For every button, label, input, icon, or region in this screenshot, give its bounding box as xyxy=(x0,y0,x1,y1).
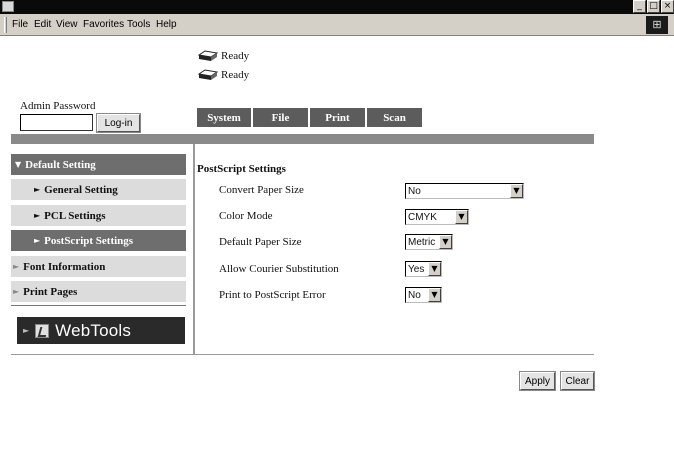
webtools-icon xyxy=(35,323,50,338)
tab-system[interactable]: System xyxy=(197,108,252,127)
sidebar-item-label: General Setting xyxy=(44,183,118,196)
webtools-label: WebTools xyxy=(55,320,132,340)
allow-courier-substitution-select[interactable]: Yes ▼ xyxy=(405,261,442,277)
menu-favorites[interactable]: Favorites xyxy=(83,19,124,30)
select-value: Metric xyxy=(408,236,436,248)
sidebar-item-label: Default Setting xyxy=(25,158,96,171)
login-button[interactable]: Log-in xyxy=(96,113,141,133)
admin-password-label: Admin Password xyxy=(20,100,96,112)
status-row-1: Ready xyxy=(197,48,249,64)
header-divider xyxy=(11,134,594,144)
sidebar-item-print-pages[interactable]: ► Print Pages xyxy=(11,281,186,302)
clear-button[interactable]: Clear xyxy=(560,371,595,391)
admin-password-input[interactable] xyxy=(20,114,93,131)
field-label: Color Mode xyxy=(219,210,273,222)
menu-edit[interactable]: Edit xyxy=(34,19,51,30)
maximize-button[interactable]: □ xyxy=(647,0,660,13)
menu-file[interactable]: File xyxy=(12,19,28,30)
field-label: Convert Paper Size xyxy=(219,184,304,196)
printer-icon xyxy=(197,69,219,80)
sidebar-item-general-setting[interactable]: ► General Setting xyxy=(11,179,186,200)
chevron-down-icon: ▼ xyxy=(428,288,441,302)
web-page: Ready Ready Admin Password Log-in System… xyxy=(0,37,674,476)
window-controls: _ □ × xyxy=(632,0,674,14)
field-label: Print to PostScript Error xyxy=(219,289,326,301)
status-text: Ready xyxy=(221,69,250,81)
chevron-right-icon: ► xyxy=(34,236,41,245)
webtools-link[interactable]: ► WebTools xyxy=(17,317,185,344)
page-title: PostScript Settings xyxy=(197,163,286,175)
menu-bar: File Edit View Favorites Tools Help ⊞ xyxy=(0,14,674,36)
tab-print[interactable]: Print xyxy=(310,108,366,127)
select-value: CMYK xyxy=(408,211,437,223)
chevron-down-icon: ▼ xyxy=(455,210,468,224)
select-value: No xyxy=(408,185,421,197)
default-paper-size-select[interactable]: Metric ▼ xyxy=(405,234,453,250)
status-row-2: Ready xyxy=(197,67,249,83)
select-value: No xyxy=(408,289,421,301)
select-value: Yes xyxy=(408,263,425,275)
minimize-button[interactable]: _ xyxy=(633,0,646,13)
menu-view[interactable]: View xyxy=(56,19,78,30)
sidebar-item-label: PostScript Settings xyxy=(44,234,134,247)
printer-icon xyxy=(197,50,219,61)
sidebar-rule xyxy=(11,305,186,306)
chevron-down-icon: ▼ xyxy=(428,262,441,276)
chevron-right-icon: ► xyxy=(34,211,41,220)
sidebar-divider xyxy=(193,144,195,354)
close-button[interactable]: × xyxy=(661,0,674,13)
chevron-down-icon: ▼ xyxy=(15,160,22,169)
chevron-right-icon: ► xyxy=(13,287,20,296)
chevron-right-icon: ► xyxy=(23,326,30,335)
sidebar-item-label: PCL Settings xyxy=(44,209,106,222)
apply-button[interactable]: Apply xyxy=(519,371,556,391)
sidebar-item-pcl-settings[interactable]: ► PCL Settings xyxy=(11,205,186,226)
sidebar-item-font-information[interactable]: ► Font Information xyxy=(11,256,186,277)
chevron-right-icon: ► xyxy=(34,185,41,194)
content-divider xyxy=(11,354,594,355)
menu-grip xyxy=(4,17,7,33)
chevron-down-icon: ▼ xyxy=(510,184,523,198)
browser-icon[interactable] xyxy=(2,1,14,12)
field-label: Default Paper Size xyxy=(219,236,302,248)
menu-tools[interactable]: Tools xyxy=(127,19,150,30)
print-to-postscript-error-select[interactable]: No ▼ xyxy=(405,287,442,303)
tab-file[interactable]: File xyxy=(253,108,309,127)
windows-logo-icon: ⊞ xyxy=(646,16,668,34)
status-text: Ready xyxy=(221,50,250,62)
sidebar-item-label: Print Pages xyxy=(23,285,78,298)
sidebar-item-label: Font Information xyxy=(23,260,106,273)
menu-help[interactable]: Help xyxy=(156,19,177,30)
tab-scan[interactable]: Scan xyxy=(367,108,423,127)
chevron-down-icon: ▼ xyxy=(439,235,452,249)
color-mode-select[interactable]: CMYK ▼ xyxy=(405,209,469,225)
chevron-right-icon: ► xyxy=(13,262,20,271)
field-label: Allow Courier Substitution xyxy=(219,263,339,275)
sidebar-item-default-setting[interactable]: ▼ Default Setting xyxy=(11,154,186,175)
convert-paper-size-select[interactable]: No ▼ xyxy=(405,183,524,199)
title-bar: _ □ × xyxy=(0,0,674,14)
sidebar-item-postscript-settings[interactable]: ► PostScript Settings xyxy=(11,230,186,251)
